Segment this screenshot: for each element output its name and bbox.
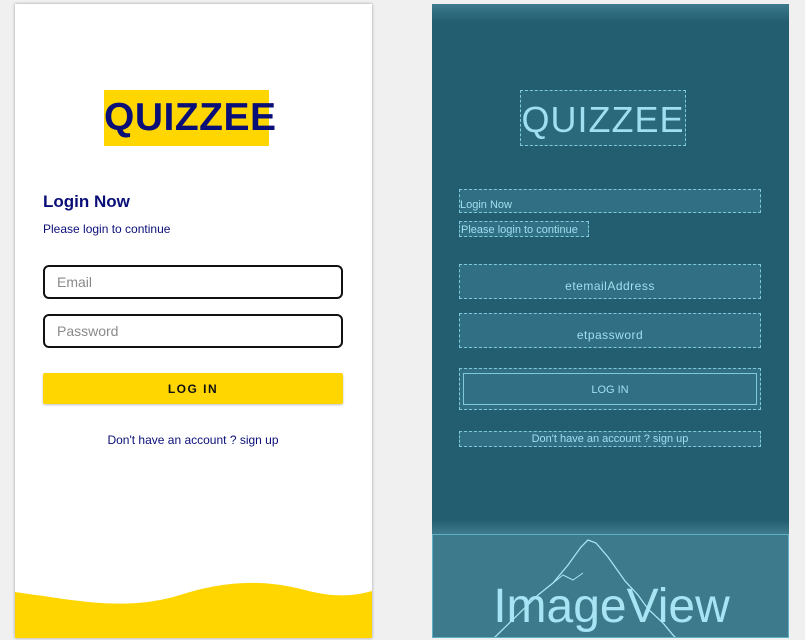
signup-link[interactable]: Don't have an account ? sign up bbox=[43, 433, 343, 447]
blueprint-login-label: LOG IN bbox=[463, 373, 757, 405]
blueprint-status-bar bbox=[432, 4, 789, 22]
login-subtitle: Please login to continue bbox=[43, 222, 171, 236]
image-view-label: ImageView bbox=[493, 580, 730, 633]
blueprint-image-view[interactable]: ImageView bbox=[432, 534, 789, 638]
blueprint-subtitle[interactable]: Please login to continue bbox=[459, 221, 589, 237]
password-input[interactable] bbox=[45, 316, 337, 346]
quizzee-logo: QUIZZEE bbox=[104, 90, 276, 146]
blueprint-preview: QUIZZEE Login Now Please login to contin… bbox=[432, 4, 789, 638]
blueprint-logo[interactable]: QUIZZEE bbox=[520, 90, 686, 146]
login-button[interactable]: LOG IN bbox=[43, 373, 343, 404]
email-input[interactable] bbox=[45, 267, 337, 297]
design-preview: QUIZZEE Login Now Please login to contin… bbox=[15, 4, 372, 638]
blueprint-title[interactable]: Login Now bbox=[459, 189, 761, 213]
blueprint-divider bbox=[432, 520, 789, 534]
email-field[interactable] bbox=[43, 265, 343, 299]
bottom-wave bbox=[15, 582, 372, 638]
blueprint-password-field[interactable]: etpassword bbox=[459, 313, 761, 348]
blueprint-signup-link[interactable]: Don't have an account ? sign up bbox=[459, 431, 761, 447]
password-field[interactable] bbox=[43, 314, 343, 348]
blueprint-login-button[interactable]: LOG IN bbox=[459, 368, 761, 410]
blueprint-email-field[interactable]: etemailAddress bbox=[459, 264, 761, 299]
login-title: Login Now bbox=[43, 192, 130, 211]
